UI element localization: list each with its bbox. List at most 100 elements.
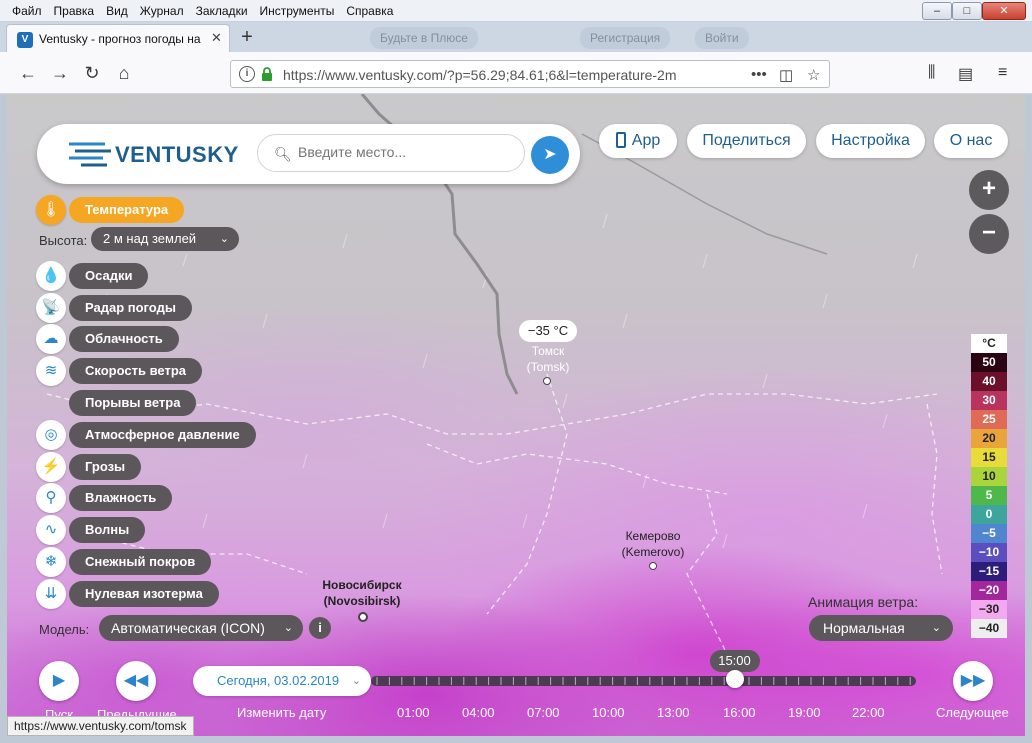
back-icon[interactable]: ← [16, 62, 40, 84]
isotherm-icon[interactable]: ⇊ [36, 579, 66, 609]
temperature-legend: °C 50 40 30 25 20 15 10 5 0 −5 −10 −15 −20 −30 −40 [971, 334, 1007, 638]
city-marker[interactable] [358, 612, 368, 622]
hour-label[interactable]: 22:00 [852, 705, 885, 720]
city-marker[interactable] [543, 377, 551, 385]
legend-stop: 10 [971, 467, 1007, 486]
city-latin: (Kemerovo) [621, 545, 685, 559]
legend-stop: 0 [971, 505, 1007, 524]
city-marker[interactable] [649, 562, 657, 570]
search-input[interactable] [298, 144, 498, 160]
next-button[interactable]: ▶▶ [953, 661, 993, 701]
new-tab-button[interactable]: + [232, 24, 262, 50]
settings-button[interactable]: Настройка [816, 124, 925, 158]
timeline-handle[interactable] [725, 670, 744, 688]
city-name: Новосибирск [322, 578, 402, 592]
height-select[interactable]: 2 м над землей ⌄ [91, 227, 239, 251]
sidebar-icon[interactable]: ▤ [958, 64, 973, 84]
bookmark-star-icon[interactable]: ☆ [807, 66, 820, 84]
search-box[interactable]: 🔍︎ [257, 134, 525, 172]
layer-humidity[interactable]: Влажность [69, 485, 173, 511]
minimize-button[interactable]: – [922, 2, 952, 20]
menu-item[interactable]: Инструменты [254, 0, 341, 22]
tab-close-icon[interactable]: ✕ [211, 30, 222, 46]
tab-active[interactable]: V Ventusky - прогноз погоды на ✕ [6, 24, 230, 52]
info-icon[interactable]: i [309, 617, 331, 639]
wave-icon[interactable]: ∿ [36, 515, 66, 545]
zoom-out-button[interactable]: − [969, 214, 1009, 254]
about-button[interactable]: О нас [934, 124, 1008, 158]
radar-icon[interactable]: 📡 [36, 293, 66, 323]
layer-temperature[interactable]: Температура [69, 197, 185, 223]
layer-snow-cover[interactable]: Снежный покров [69, 549, 212, 575]
city-tomsk[interactable]: Томск (Tomsk) [515, 343, 581, 375]
layer-wind-gusts[interactable]: Порывы ветра [69, 390, 197, 416]
forward-icon[interactable]: → [48, 62, 72, 84]
background-tab[interactable]: Будьте в Плюсе [370, 27, 478, 49]
share-button[interactable]: Поделиться [687, 124, 806, 158]
menu-item[interactable]: Вид [100, 0, 134, 22]
hour-label[interactable]: 04:00 [462, 705, 495, 720]
hour-label[interactable]: 13:00 [657, 705, 690, 720]
menu-item[interactable]: Журнал [134, 0, 190, 22]
legend-stop: 30 [971, 391, 1007, 410]
cloud-icon[interactable]: ☁ [36, 324, 66, 354]
hamburger-menu-icon[interactable]: ≡ [998, 64, 1007, 82]
menu-item[interactable]: Закладки [190, 0, 254, 22]
page-actions-icon[interactable]: ••• [751, 66, 767, 83]
pressure-icon[interactable]: ◎ [36, 420, 66, 450]
menu-item[interactable]: Файл [6, 0, 48, 22]
phone-icon [615, 132, 626, 148]
layer-wind-speed[interactable]: Скорость ветра [69, 358, 202, 384]
timeline-track[interactable] [371, 676, 916, 686]
weather-map[interactable]: VENTUSKY 🔍︎ ➤ App Поделиться Настройка О… [7, 94, 1025, 736]
legend-stop: 15 [971, 448, 1007, 467]
background-tab[interactable]: Войти [695, 27, 749, 49]
date-select[interactable]: Сегодня, 03.02.2019 ⌄ [193, 666, 371, 696]
hour-label[interactable]: 01:00 [397, 705, 430, 720]
humidity-icon[interactable]: ⚲ [36, 483, 66, 513]
layer-waves[interactable]: Волны [69, 517, 146, 543]
city-novosibirsk[interactable]: Новосибирск (Novosibirsk) [309, 577, 415, 609]
legend-stop: 25 [971, 410, 1007, 429]
drop-icon[interactable]: 💧 [36, 261, 66, 291]
app-label: App [631, 132, 661, 149]
zoom-in-button[interactable]: + [969, 170, 1009, 210]
wind-animation-select[interactable]: Нормальная ⌄ [809, 615, 953, 641]
previous-button[interactable]: ◀◀ [116, 661, 156, 701]
layer-radar[interactable]: Радар погоды [69, 295, 192, 321]
city-kemerovo[interactable]: Кемерово (Kemerovo) [613, 528, 693, 560]
hour-label[interactable]: 19:00 [788, 705, 821, 720]
reload-icon[interactable]: ↻ [80, 62, 104, 84]
model-select[interactable]: Автоматическая (ICON) ⌄ [99, 615, 303, 641]
layer-freezing-level[interactable]: Нулевая изотерма [69, 581, 219, 607]
layer-clouds[interactable]: Облачность [69, 326, 179, 352]
menu-item[interactable]: Справка [340, 0, 399, 22]
snowflake-icon[interactable]: ❄ [36, 547, 66, 577]
play-button[interactable]: ▶ [39, 661, 79, 701]
layer-pressure[interactable]: Атмосферное давление [69, 422, 256, 448]
info-icon[interactable]: i [239, 66, 255, 82]
change-date-link[interactable]: Изменить дату [237, 705, 326, 720]
close-window-button[interactable]: ✕ [982, 2, 1026, 20]
app-button[interactable]: App [599, 124, 677, 158]
locate-me-icon[interactable]: ➤ [531, 136, 569, 174]
hour-label[interactable]: 07:00 [527, 705, 560, 720]
hour-label[interactable]: 10:00 [592, 705, 625, 720]
layer-precipitation[interactable]: Осадки [69, 263, 149, 289]
lightning-icon[interactable]: ⚡ [36, 452, 66, 482]
background-tab[interactable]: Регистрация [580, 27, 671, 49]
tomsk-temperature[interactable]: −35 °C [519, 320, 577, 342]
thermometer-icon[interactable]: 🌡︎ [36, 195, 66, 225]
wind-icon[interactable]: ≋ [36, 356, 66, 386]
maximize-button[interactable]: □ [952, 2, 982, 20]
library-icon[interactable]: ⫼ [928, 64, 935, 82]
menu-item[interactable]: Правка [48, 0, 101, 22]
layer-thunderstorms[interactable]: Грозы [69, 454, 142, 480]
url-bar[interactable]: i https://www.ventusky.com/?p=56.29;84.6… [230, 60, 830, 88]
legend-stop: −30 [971, 600, 1007, 619]
home-icon[interactable]: ⌂ [112, 62, 136, 84]
hour-label[interactable]: 16:00 [723, 705, 756, 720]
pocket-icon[interactable]: ◫ [779, 66, 793, 84]
ventusky-logo[interactable]: VENTUSKY [115, 142, 239, 168]
borders [46, 373, 943, 655]
